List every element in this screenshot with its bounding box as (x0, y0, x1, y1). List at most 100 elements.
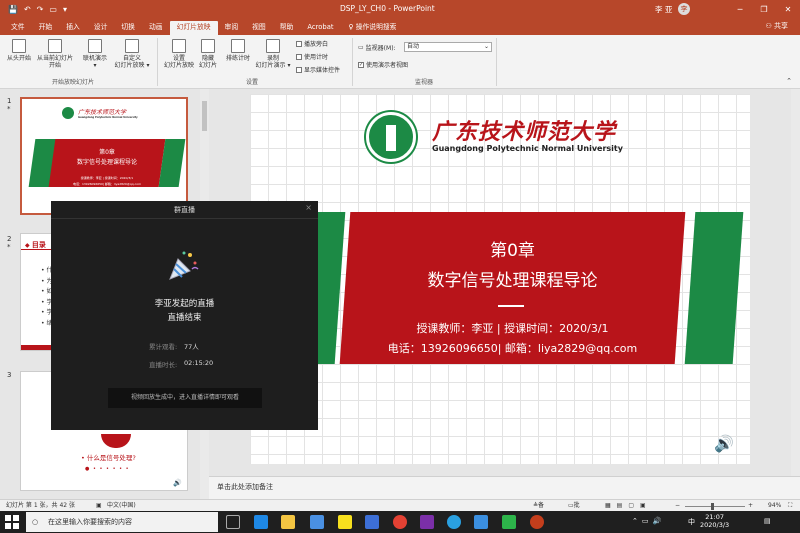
undo-icon[interactable]: ↶ (24, 5, 31, 14)
group-label-monitor: 监视器 (415, 79, 434, 86)
onenote-icon[interactable] (420, 515, 434, 529)
comments-toggle[interactable]: ▭ 批注 (568, 500, 580, 520)
spellcheck-icon[interactable]: ▣ (96, 500, 102, 511)
duration-label: 直播时长: (149, 361, 178, 369)
notes-placeholder: 单击此处添加备注 (217, 483, 273, 491)
close-button[interactable]: ✕ (776, 0, 800, 19)
search-icon: ○ (32, 518, 39, 526)
language-indicator[interactable]: 中文(中国) (107, 500, 136, 511)
close-icon[interactable]: × (305, 203, 312, 212)
tab-acrobat[interactable]: Acrobat (300, 21, 340, 35)
university-logo (366, 112, 416, 162)
from-current-button[interactable]: 从当前幻灯片 开始 (35, 39, 75, 69)
thumb-star: * (7, 243, 11, 251)
status-bar: 幻灯片 第 1 张，共 42 张 ▣ 中文(中国) ≜ 备注 ▭ 批注 ▦▤▢▣… (0, 499, 800, 520)
minimize-button[interactable]: ─ (728, 0, 752, 19)
telegram-icon[interactable] (447, 515, 461, 529)
speaker-icon: 🔊 (173, 479, 182, 487)
custom-slideshow-button[interactable]: 自定义 幻灯片放映 ▾ (112, 39, 152, 69)
rehearse-timings-button[interactable]: 排练计时 (223, 39, 253, 62)
collapse-ribbon-icon[interactable]: ⌃ (786, 77, 792, 85)
user-name[interactable]: 李 亚 (655, 4, 672, 15)
tab-transitions[interactable]: 切换 (114, 21, 142, 35)
chat-app-icon[interactable] (310, 515, 324, 529)
tab-insert[interactable]: 插入 (59, 21, 87, 35)
tab-design[interactable]: 设计 (87, 21, 115, 35)
thumb-number: 3 (7, 371, 12, 379)
record-icon (266, 39, 280, 53)
thumb-teacher: 授课教师：李亚 | 授课时间：2020/3/1 (80, 176, 134, 180)
zoom-level[interactable]: 94% (768, 500, 781, 511)
file-explorer-icon[interactable] (281, 515, 295, 529)
notes-toggle[interactable]: ≜ 备注 (533, 500, 544, 520)
slide-scrollbar[interactable] (791, 89, 800, 476)
use-timings-checkbox[interactable]: 使用计时 (296, 52, 328, 61)
zoom-in-button[interactable]: + (748, 500, 753, 511)
avatar[interactable]: 李 (678, 3, 690, 15)
video-app-icon[interactable] (474, 515, 488, 529)
notes-pane[interactable]: 单击此处添加备注 (209, 476, 800, 499)
group-label-setup: 设置 (246, 79, 259, 86)
slideshow-start-icon (12, 39, 26, 53)
mail-icon[interactable] (365, 515, 379, 529)
ime-indicator[interactable]: 中 (688, 517, 695, 527)
customize-qat-icon[interactable]: ▾ (63, 5, 67, 14)
restore-button[interactable]: ❐ (752, 0, 776, 19)
university-name-cn: 广东技术师范大学 (432, 119, 617, 145)
checkbox-box (296, 66, 302, 73)
from-beginning-button[interactable]: 从头开始 (4, 39, 34, 62)
tab-home[interactable]: 开始 (32, 21, 60, 35)
tab-review[interactable]: 审阅 (218, 21, 246, 35)
party-popper-icon (169, 251, 199, 280)
record-slideshow-button[interactable]: 录制 幻灯片演示 ▾ (254, 39, 292, 69)
view-buttons[interactable]: ▦▤▢▣ (605, 500, 652, 511)
task-view-icon[interactable] (226, 515, 240, 529)
save-icon[interactable]: 💾 (8, 5, 18, 14)
hide-slide-button[interactable]: 隐藏 幻灯片 (197, 39, 219, 69)
dots-decoration: ● • • • • • • (85, 466, 130, 472)
setup-slideshow-button[interactable]: 设置 幻灯片放映 (162, 39, 196, 69)
tell-me-search[interactable]: ♀ 操作说明搜索 (349, 21, 397, 35)
redo-icon[interactable]: ↷ (37, 5, 44, 14)
monitor-select[interactable]: 自动 ⌄ (404, 42, 492, 52)
presenter-view-checkbox[interactable]: ✓ 使用演示者视图 (358, 60, 408, 69)
share-button[interactable]: ⚇ 共享 (765, 21, 788, 31)
tab-file[interactable]: 文件 (4, 21, 32, 35)
edge-icon[interactable] (254, 515, 268, 529)
start-slideshow-icon[interactable]: ▭ (49, 5, 57, 14)
speaker-icon[interactable]: 🔊 (714, 434, 734, 453)
wechat-icon[interactable] (502, 515, 516, 529)
scrollbar-thumb[interactable] (202, 101, 207, 131)
play-narrations-checkbox[interactable]: 播放旁白 (296, 39, 328, 48)
zoom-slider-thumb[interactable] (711, 503, 714, 510)
teacher-info: 授课教师：李亚 | 授课时间：2020/3/1 (416, 322, 609, 335)
lightbulb-icon: ♀ (348, 23, 356, 31)
checkbox-box (296, 53, 302, 60)
present-online-button[interactable]: 联机演示 ▾ (80, 39, 110, 69)
tab-help[interactable]: 帮助 (273, 21, 301, 35)
zoom-slider[interactable] (685, 506, 745, 507)
system-tray[interactable]: ⌃▭🔊 (632, 517, 665, 525)
windows-start-icon[interactable] (5, 515, 19, 529)
tab-animations[interactable]: 动画 (142, 21, 170, 35)
contact-info: 电话：13926096650| 邮箱：liya2829@qq.com (387, 342, 638, 355)
powerpoint-icon[interactable] (530, 515, 544, 529)
taskbar-clock[interactable]: 21:07 2020/3/3 (700, 513, 729, 529)
sticky-notes-icon[interactable] (338, 515, 352, 529)
present-online-icon (88, 39, 102, 53)
taskbar-search-input[interactable]: ○ 在这里输入你要搜索的内容 (26, 512, 218, 532)
zoom-out-button[interactable]: − (675, 500, 680, 511)
current-slide[interactable]: 广东技术师范大学 Guangdong Polytechnic Normal Un… (250, 94, 750, 464)
tab-slideshow[interactable]: 幻灯片放映 (169, 21, 218, 35)
thumbnail-slide-1[interactable]: 广东技术师范大学 Guangdong Polytechnic Normal Un… (20, 97, 188, 215)
thumb-number: 1 (7, 97, 12, 105)
tab-view[interactable]: 视图 (245, 21, 273, 35)
fit-slide-icon[interactable]: ⛶ (788, 500, 792, 511)
thumb-uni-name: 广东技术师范大学 (78, 109, 127, 116)
chrome-icon[interactable] (393, 515, 407, 529)
replay-message[interactable]: 视频回放生成中，进入直播详情即可观看 (108, 388, 262, 408)
notification-icon[interactable]: ▤ (764, 517, 771, 525)
show-media-controls-checkbox[interactable]: 显示媒体控件 (296, 65, 340, 74)
group-label-start: 开始放映幻灯片 (52, 79, 95, 86)
university-logo (62, 107, 74, 119)
